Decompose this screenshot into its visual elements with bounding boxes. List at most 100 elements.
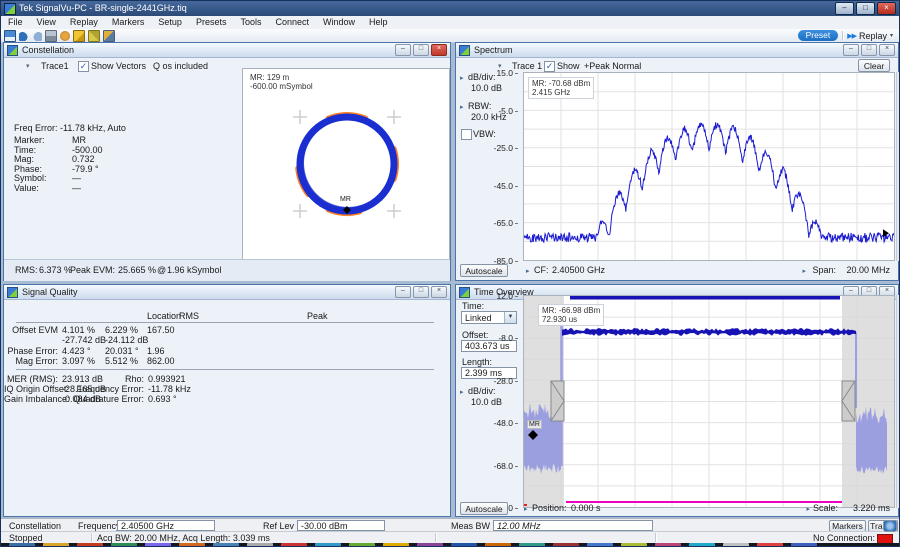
taskbar-app-icon[interactable] <box>77 543 103 547</box>
frequency-input[interactable]: 2.40500 GHz <box>117 520 215 531</box>
spectrum-clear-button[interactable]: Clear <box>858 59 890 72</box>
dbdiv-expander-icon[interactable]: ▸ <box>460 74 464 82</box>
signal-quality-minimize-button[interactable]: – <box>395 286 411 298</box>
taskbar-app-icon[interactable] <box>655 543 681 547</box>
taskbar-app-icon[interactable] <box>315 543 341 547</box>
taskbar-app-icon[interactable] <box>213 543 239 547</box>
spectrum-autoscale-button[interactable]: Autoscale <box>460 264 508 277</box>
time-overview-plot[interactable]: MR: -66.98 dBm 72.930 us MR <box>523 295 895 508</box>
menu-presets[interactable]: Presets <box>189 16 234 29</box>
time-overview-marker-label[interactable]: MR <box>527 420 542 429</box>
settings-gear-icon[interactable] <box>60 31 70 41</box>
spectrum-titlebar[interactable]: Spectrum – □ × <box>456 43 898 58</box>
position-expander-icon[interactable]: ▸ <box>524 505 528 513</box>
undo-icon[interactable] <box>19 31 29 41</box>
taskbar-app-icon[interactable] <box>723 543 749 547</box>
save-icon[interactable] <box>4 30 16 42</box>
window-titlebar[interactable]: Tek SignalVu-PC - BR-single-2441GHz.tiq … <box>1 1 899 16</box>
menu-bar: File View Replay Markers Setup Presets T… <box>1 16 899 30</box>
settings-gear-button[interactable] <box>883 520 897 532</box>
rbw-expander-icon[interactable]: ▸ <box>460 103 464 111</box>
time-overview-right-strip[interactable] <box>896 295 900 508</box>
taskbar-app-icon[interactable] <box>247 543 273 547</box>
menu-help[interactable]: Help <box>362 16 395 29</box>
taskbar-app-icon[interactable] <box>587 543 613 547</box>
taskbar-app-icon[interactable] <box>519 543 545 547</box>
preset-button[interactable]: Preset <box>798 30 839 41</box>
menu-tools[interactable]: Tools <box>233 16 268 29</box>
constellation-minimize-button[interactable]: – <box>395 44 411 56</box>
menu-view[interactable]: View <box>30 16 63 29</box>
spectrum-detector-label[interactable]: +Peak Normal <box>584 61 641 71</box>
at-symbol-label: @ <box>157 265 166 275</box>
menu-window[interactable]: Window <box>316 16 362 29</box>
replay-play-icon[interactable]: ▶▶ <box>847 32 856 40</box>
spectrum-span-value[interactable]: 20.00 MHz <box>846 265 890 275</box>
spectrum-minimize-button[interactable]: – <box>843 44 859 56</box>
window-minimize-button[interactable]: – <box>835 2 854 15</box>
menu-file[interactable]: File <box>1 16 30 29</box>
taskbar-app-icon[interactable] <box>417 543 443 547</box>
cf-expander-icon[interactable]: ▸ <box>526 267 530 275</box>
menu-replay[interactable]: Replay <box>63 16 105 29</box>
taskbar-app-icon[interactable] <box>553 543 579 547</box>
taskbar-app-icon[interactable] <box>281 543 307 547</box>
menu-connect[interactable]: Connect <box>268 16 316 29</box>
taskbar-app-icon[interactable] <box>621 543 647 547</box>
meas-bw-input[interactable]: 12.00 MHz <box>493 520 653 531</box>
spectrum-maximize-button[interactable]: □ <box>861 44 877 56</box>
constellation-show-checkbox[interactable]: ✓ <box>78 61 89 72</box>
signal-quality-titlebar[interactable]: Signal Quality – □ × <box>4 285 450 300</box>
trigger-icon[interactable] <box>88 30 100 42</box>
spectrum-show-checkbox[interactable]: ✓ <box>544 61 555 72</box>
constellation-vectors-dropdown[interactable]: Vectors <box>116 61 146 71</box>
constellation-trace-label[interactable]: Trace1 <box>41 61 69 71</box>
constellation-marker-label[interactable]: MR <box>339 196 352 203</box>
analysis-icon[interactable] <box>103 30 115 42</box>
taskbar-app-icon[interactable] <box>451 543 477 547</box>
spectrum-right-strip[interactable] <box>896 72 900 261</box>
ref-level-input[interactable]: -30.00 dBm <box>297 520 385 531</box>
sq-row-label: Mag Error: <box>4 356 58 366</box>
replay-dropdown-icon[interactable]: ▾ <box>890 32 893 39</box>
redo-icon[interactable] <box>32 31 42 41</box>
scale-expander-icon[interactable]: ▸ <box>806 505 810 513</box>
constellation-plot[interactable]: MR: 129 m -600.00 mSymbol MR <box>242 68 450 265</box>
constellation-close-button[interactable]: × <box>431 44 447 56</box>
position-value[interactable]: 0.000 s <box>571 503 601 513</box>
window-close-button[interactable]: × <box>877 2 896 15</box>
signal-quality-close-button[interactable]: × <box>431 286 447 298</box>
signal-quality-maximize-button[interactable]: □ <box>413 286 429 298</box>
taskbar-app-icon[interactable] <box>349 543 375 547</box>
scale-value[interactable]: 3.220 ms <box>853 503 890 513</box>
span-expander-icon[interactable]: ▸ <box>802 267 806 275</box>
time-overview-autoscale-button[interactable]: Autoscale <box>460 502 508 515</box>
replay-button[interactable]: Replay <box>859 31 887 41</box>
windows-taskbar[interactable] <box>1 543 899 547</box>
taskbar-app-icon[interactable] <box>43 543 69 547</box>
taskbar-app-icon[interactable] <box>111 543 137 547</box>
taskbar-app-icon[interactable] <box>145 543 171 547</box>
taskbar-app-icon[interactable] <box>791 543 817 547</box>
spectrum-cf-value[interactable]: 2.40500 GHz <box>552 265 605 275</box>
taskbar-app-icon[interactable] <box>383 543 409 547</box>
spectrum-close-button[interactable]: × <box>879 44 895 56</box>
spectrum-vbw-checkbox[interactable] <box>461 129 472 140</box>
taskbar-app-icon[interactable] <box>757 543 783 547</box>
menu-markers[interactable]: Markers <box>105 16 152 29</box>
to-dbdiv-expander-icon[interactable]: ▸ <box>460 388 464 396</box>
menu-setup[interactable]: Setup <box>151 16 189 29</box>
taskbar-app-icon[interactable] <box>9 543 35 547</box>
constellation-titlebar[interactable]: Constellation – □ × <box>4 43 450 58</box>
spectrum-plot[interactable]: MR: -70.68 dBm 2.415 GHz <box>523 72 895 261</box>
taskbar-app-icon[interactable] <box>179 543 205 547</box>
constellation-collapse-icon[interactable]: ▾ <box>26 62 30 70</box>
display-layout-icon[interactable] <box>73 30 85 42</box>
spectrum-panel-icon <box>459 45 470 56</box>
taskbar-app-icon[interactable] <box>485 543 511 547</box>
constellation-maximize-button[interactable]: □ <box>413 44 429 56</box>
taskbar-app-icon[interactable] <box>689 543 715 547</box>
print-icon[interactable] <box>45 30 57 42</box>
ref-level-label: Ref Lev <box>263 521 294 531</box>
window-maximize-button[interactable]: □ <box>856 2 875 15</box>
